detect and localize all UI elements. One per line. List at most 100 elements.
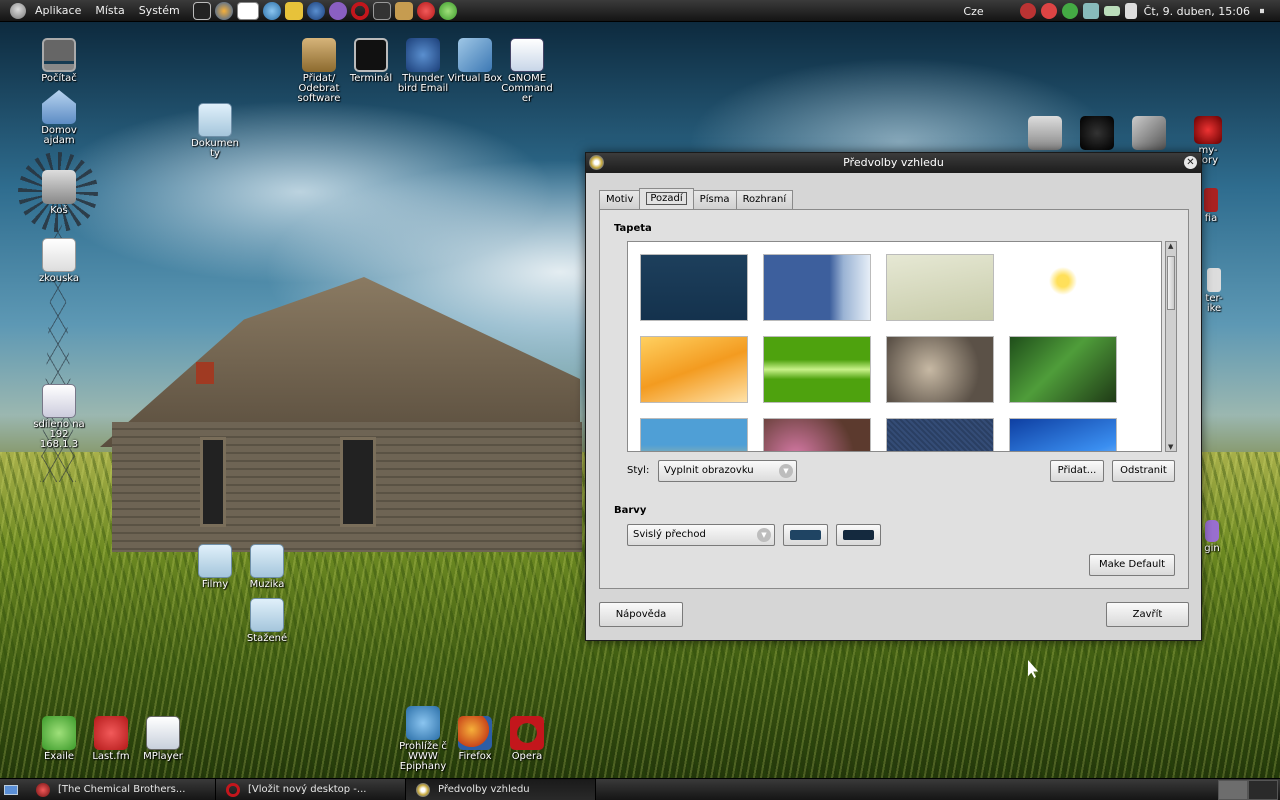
opera-launcher-icon[interactable] xyxy=(350,1,369,20)
wallpaper-thumbnail[interactable] xyxy=(763,254,871,321)
terminal-launcher-icon[interactable] xyxy=(192,1,211,20)
tab-fonts[interactable]: Písma xyxy=(692,190,737,210)
desktop-icon-label: Thunder bird Email xyxy=(397,73,449,94)
desktop-icon-lastfm[interactable]: Last.fm xyxy=(81,716,141,762)
desktop-icon-thunderbird[interactable]: Thunder bird Email xyxy=(393,38,453,94)
tab-theme[interactable]: Motiv xyxy=(599,190,641,210)
desktop-icon-add-remove-software[interactable]: Přidat/ Odebrat software xyxy=(289,38,349,104)
desktop-icon-mplayer[interactable]: MPlayer xyxy=(133,716,193,762)
keyboard-layout-indicator[interactable]: Cze xyxy=(963,5,983,18)
desktop-icon-zkouska[interactable]: zkouska xyxy=(29,238,89,284)
network-icon[interactable] xyxy=(1082,3,1099,19)
wallpaper-thumbnail[interactable] xyxy=(640,418,748,451)
desktop-icon-penguin-2[interactable] xyxy=(1072,116,1122,152)
workspace-2[interactable] xyxy=(1248,780,1278,800)
wallpaper-thumbnail[interactable] xyxy=(763,336,871,403)
lastfm-launcher-icon[interactable] xyxy=(416,1,435,20)
wallpaper-list-scrollbar[interactable]: ▲ ▼ xyxy=(1165,241,1177,452)
colors-section-title: Barvy xyxy=(614,505,647,516)
desktop-icon-filmy[interactable]: Filmy xyxy=(185,544,245,590)
desktop-icon-exaile[interactable]: Exaile xyxy=(29,716,89,762)
desktop-icon-epiphany[interactable]: Prohlíže č WWW Epiphany xyxy=(393,706,453,772)
volume-icon[interactable] xyxy=(1260,4,1272,18)
desktop-icon-opera[interactable]: Opera xyxy=(497,716,557,762)
desktop-icon-virtualbox[interactable]: Virtual Box xyxy=(445,38,505,84)
clock[interactable]: Čt, 9. duben, 15:06 xyxy=(1144,5,1250,18)
mplayer-launcher-icon[interactable] xyxy=(236,1,259,20)
desktop-icon-partial-3[interactable]: ter- ike xyxy=(1198,268,1230,314)
desktop-icon-gnome-commander[interactable]: GNOME Command er xyxy=(497,38,557,104)
taskbar-item-forum[interactable]: [Vložit nový desktop -... xyxy=(216,778,406,800)
desktop-icon-label: ter- ike xyxy=(1205,293,1223,314)
desktop-icon-label: gin xyxy=(1204,543,1220,554)
add-wallpaper-button[interactable]: Přidat... xyxy=(1050,460,1104,482)
record-icon[interactable] xyxy=(1040,3,1057,19)
desktop-icon-tools[interactable] xyxy=(1124,116,1174,152)
primary-color-button[interactable] xyxy=(783,524,828,546)
remove-wallpaper-button[interactable]: Odstranit xyxy=(1112,460,1175,482)
close-button[interactable]: Zavřít xyxy=(1106,602,1189,627)
battery-icon[interactable] xyxy=(1103,6,1120,16)
opera-icon xyxy=(226,782,240,797)
desktop-icon-label: Virtual Box xyxy=(447,73,503,84)
thunderbird-launcher-icon[interactable] xyxy=(306,1,325,20)
primary-color-swatch xyxy=(790,530,821,540)
taskbar-item-appearance[interactable]: Předvolby vzhledu xyxy=(406,778,596,800)
wallpaper-thumbnail[interactable] xyxy=(640,336,748,403)
wallpaper-thumbnail[interactable] xyxy=(763,418,871,451)
wallpaper-thumbnail[interactable] xyxy=(1009,254,1117,321)
make-default-button[interactable]: Make Default xyxy=(1089,554,1175,576)
chat-status-icon[interactable] xyxy=(1019,3,1036,19)
wallpaper-thumbnail[interactable] xyxy=(886,418,994,451)
scroll-up-arrow-icon[interactable]: ▲ xyxy=(1168,242,1173,250)
wallpaper-thumbnail[interactable] xyxy=(1009,418,1117,451)
wallpaper-thumbnail[interactable] xyxy=(886,254,994,321)
calendar-icon[interactable] xyxy=(1124,3,1137,19)
scrollbar-slider[interactable] xyxy=(1167,256,1175,310)
desktop-icon-home[interactable]: Domov ajdam xyxy=(29,90,89,146)
menu-places[interactable]: Místa xyxy=(88,0,131,22)
pidgin-launcher-icon[interactable] xyxy=(284,1,303,20)
taskbar-item-chemical-brothers[interactable]: [The Chemical Brothers... xyxy=(26,778,216,800)
wallpaper-thumbnail[interactable] xyxy=(640,254,748,321)
tab-background[interactable]: Pozadí xyxy=(639,188,694,210)
desktop-icon-stazene[interactable]: Stažené xyxy=(237,598,297,644)
firefox-launcher-icon[interactable] xyxy=(214,1,233,20)
desktop-icon-terminal[interactable]: Terminál xyxy=(341,38,401,84)
desktop-icon-documents[interactable]: Dokumen ty xyxy=(185,103,245,159)
desktop-icon-label: Prohlíže č WWW Epiphany xyxy=(399,741,447,772)
workspace-1[interactable] xyxy=(1218,780,1248,800)
exaile-launcher-icon[interactable] xyxy=(438,1,457,20)
help-button[interactable]: Nápověda xyxy=(599,602,683,627)
system-monitor-launcher-icon[interactable] xyxy=(372,1,391,20)
wallpaper-thumbnail[interactable] xyxy=(1009,336,1117,403)
desktop-icon-firefox[interactable]: Firefox xyxy=(445,716,505,762)
penguin-icon xyxy=(1028,116,1062,150)
wallpaper-thumbnails xyxy=(640,254,1117,451)
show-desktop-icon[interactable] xyxy=(4,784,18,795)
wallpaper-thumbnail[interactable] xyxy=(886,336,994,403)
gnome-foot-icon[interactable] xyxy=(10,2,26,19)
close-window-icon[interactable]: ✕ xyxy=(1184,156,1197,169)
exaile-icon xyxy=(42,716,76,750)
chat-launcher-icon[interactable] xyxy=(328,1,347,20)
desktop-icon-network-share[interactable]: sdíleno na 192 168.1.3 xyxy=(29,384,89,450)
menu-system[interactable]: Systém xyxy=(132,0,187,22)
menu-applications[interactable]: Aplikace xyxy=(28,0,88,22)
install-launcher-icon[interactable] xyxy=(394,1,413,20)
gradient-combobox[interactable]: Svislý přechod ▼ xyxy=(627,524,775,546)
desktop-icon-penguin-1[interactable] xyxy=(1020,116,1070,152)
wallpaper-list[interactable] xyxy=(627,241,1162,452)
lastfm-icon xyxy=(36,782,50,797)
tab-interface[interactable]: Rozhraní xyxy=(735,190,794,210)
scroll-down-arrow-icon[interactable]: ▼ xyxy=(1168,443,1173,451)
window-titlebar[interactable]: Předvolby vzhledu ✕ xyxy=(586,153,1201,173)
desktop-icon-trash[interactable]: Koš xyxy=(29,170,89,216)
secondary-color-button[interactable] xyxy=(836,524,881,546)
style-combobox[interactable]: Vyplnit obrazovku ▼ xyxy=(658,460,797,482)
update-icon[interactable] xyxy=(1061,3,1078,19)
desktop-icon-computer[interactable]: Počítač xyxy=(29,38,89,84)
desktop-icon-partial-4[interactable]: gin xyxy=(1200,520,1224,554)
epiphany-launcher-icon[interactable] xyxy=(262,1,281,20)
desktop-icon-muzika[interactable]: Muzika xyxy=(237,544,297,590)
